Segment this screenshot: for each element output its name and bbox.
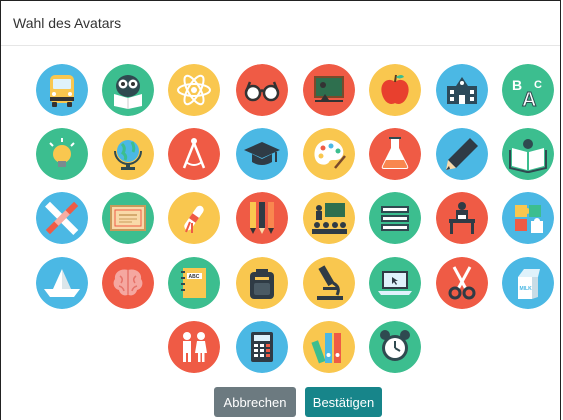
teacher-class-icon [303,192,355,244]
binders-icon [303,321,355,373]
avatar-brain[interactable] [102,257,154,309]
avatar-diploma-scroll[interactable] [168,192,220,244]
apple-icon [369,64,421,116]
avatar-school-building[interactable] [436,64,488,116]
svg-text:ABC: ABC [189,274,200,280]
svg-text:C: C [534,79,542,91]
avatar-boy-girl[interactable] [168,321,220,373]
pens-icon [236,192,288,244]
avatar-ruler-pencil[interactable] [36,192,88,244]
flask-icon [369,128,421,180]
confirm-button[interactable]: Bestätigen [305,387,382,417]
pencil-icon [436,128,488,180]
ruler-pencil-icon [36,192,88,244]
avatar-chalkboard[interactable] [303,64,355,116]
avatar-puzzle[interactable] [502,192,554,244]
calculator-icon [236,321,288,373]
avatar-certificate[interactable] [102,192,154,244]
owl-reading-icon [102,64,154,116]
avatar-atom[interactable] [168,64,220,116]
avatar-graduation-cap[interactable] [236,128,288,180]
certificate-icon [102,192,154,244]
atom-icon [168,64,220,116]
open-book-icon [502,128,554,180]
avatar-school-bus[interactable] [36,64,88,116]
boy-girl-icon [168,321,220,373]
school-bus-icon [36,64,88,116]
avatar-compass-tool[interactable] [168,128,220,180]
avatar-abc-letters[interactable]: B A C [502,64,554,116]
svg-text:A: A [522,89,536,111]
chalkboard-icon [303,64,355,116]
avatar-grid: B A C ABC MILK [0,0,561,420]
svg-text:MILK: MILK [520,286,533,292]
abc-letters-icon: B A C [502,64,554,116]
diploma-scroll-icon [168,192,220,244]
avatar-milk-carton[interactable]: MILK [502,257,554,309]
school-building-icon [436,64,488,116]
avatar-binders[interactable] [303,321,355,373]
avatar-teacher-class[interactable] [303,192,355,244]
avatar-student-desk[interactable] [436,192,488,244]
avatar-owl-reading[interactable] [102,64,154,116]
avatar-lightbulb[interactable] [36,128,88,180]
avatar-microscope[interactable] [303,257,355,309]
avatar-alarm-clock[interactable] [369,321,421,373]
alarm-clock-icon [369,321,421,373]
avatar-flask[interactable] [369,128,421,180]
avatar-pencil[interactable] [436,128,488,180]
scissors-icon [436,257,488,309]
lightbulb-icon [36,128,88,180]
microscope-icon [303,257,355,309]
avatar-globe[interactable] [102,128,154,180]
avatar-scissors[interactable] [436,257,488,309]
globe-icon [102,128,154,180]
student-desk-icon [436,192,488,244]
avatar-pens[interactable] [236,192,288,244]
avatar-glasses[interactable] [236,64,288,116]
backpack-icon [236,257,288,309]
notebook-abc-icon: ABC [168,257,220,309]
avatar-laptop[interactable] [369,257,421,309]
paint-palette-icon [303,128,355,180]
avatar-backpack[interactable] [236,257,288,309]
milk-carton-icon: MILK [502,257,554,309]
avatar-book-stack[interactable] [369,192,421,244]
avatar-calculator[interactable] [236,321,288,373]
puzzle-icon [502,192,554,244]
svg-text:B: B [512,77,522,93]
avatar-open-book[interactable] [502,128,554,180]
avatar-apple[interactable] [369,64,421,116]
laptop-icon [369,257,421,309]
brain-icon [102,257,154,309]
graduation-cap-icon [236,128,288,180]
cancel-button[interactable]: Abbrechen [214,387,296,417]
glasses-icon [236,64,288,116]
book-stack-icon [369,192,421,244]
avatar-paint-palette[interactable] [303,128,355,180]
paper-boat-icon [36,257,88,309]
compass-tool-icon [168,128,220,180]
avatar-paper-boat[interactable] [36,257,88,309]
avatar-notebook-abc[interactable]: ABC [168,257,220,309]
